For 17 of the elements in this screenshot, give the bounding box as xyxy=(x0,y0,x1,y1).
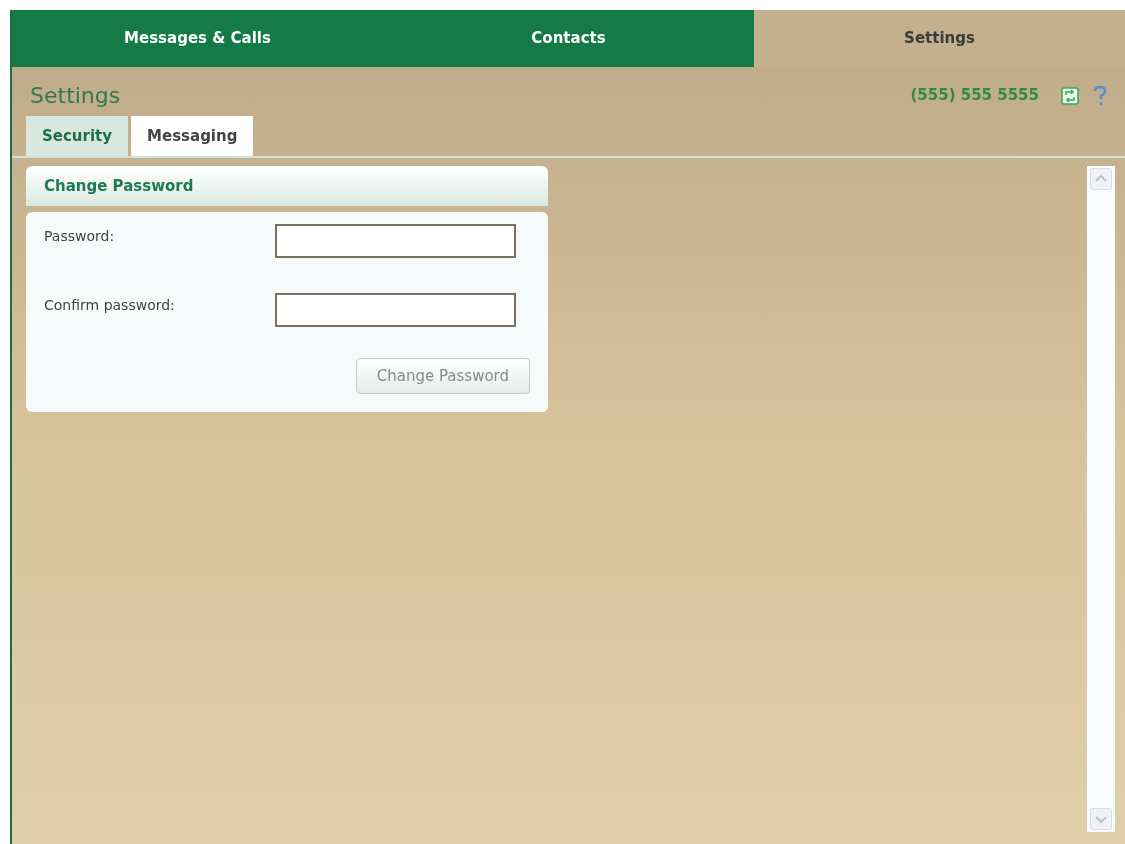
refresh-icon[interactable] xyxy=(1061,86,1079,105)
sub-tab[interactable]: Security xyxy=(26,116,129,156)
scrollbar[interactable] xyxy=(1087,166,1115,832)
help-icon[interactable] xyxy=(1093,85,1107,106)
field-label: Confirm password: xyxy=(44,296,176,315)
phone-number: (555) 555 5555 xyxy=(910,85,1039,107)
sub-tab[interactable]: Messaging xyxy=(131,116,254,156)
password-field[interactable] xyxy=(275,224,516,258)
panel-title: Change Password xyxy=(44,175,194,197)
nav-tab[interactable]: Messages & Calls xyxy=(12,10,383,67)
page-title: Settings xyxy=(30,82,121,110)
scroll-down-icon[interactable] xyxy=(1090,808,1112,830)
scroll-up-icon[interactable] xyxy=(1090,168,1112,190)
nav-tab[interactable]: Settings xyxy=(754,10,1125,67)
field-label: Password: xyxy=(44,227,116,246)
password-field[interactable] xyxy=(275,293,516,327)
nav-tab[interactable]: Contacts xyxy=(383,10,754,67)
